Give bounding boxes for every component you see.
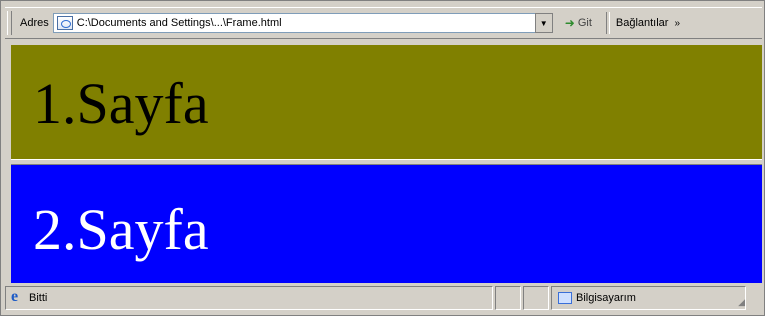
my-computer-icon — [558, 292, 572, 304]
go-arrow-icon: ➜ — [564, 16, 575, 30]
status-text: Bitti — [29, 292, 48, 304]
frame-1-heading: 1.Sayfa — [33, 71, 209, 136]
frame-2-heading: 2.Sayfa — [33, 197, 209, 262]
frame-2: 2.Sayfa — [11, 165, 762, 283]
go-label: Git — [577, 17, 592, 29]
ie-icon — [10, 288, 24, 306]
address-url[interactable]: C:\Documents and Settings\...\Frame.html — [77, 17, 282, 29]
toolbar-separator — [605, 12, 610, 34]
address-toolbar: Adres C:\Documents and Settings\...\Fram… — [5, 7, 762, 39]
resize-grip-icon[interactable]: ◢ — [731, 288, 745, 308]
frame-1: 1.Sayfa — [11, 45, 762, 159]
status-cell-blank — [523, 286, 549, 310]
toolbar-grip[interactable] — [7, 11, 12, 35]
address-label: Adres — [20, 17, 49, 29]
status-cell-main: Bitti — [5, 286, 493, 310]
go-button[interactable]: ➜ Git — [565, 16, 592, 30]
address-field[interactable]: C:\Documents and Settings\...\Frame.html… — [52, 13, 553, 33]
status-cell-lock — [495, 286, 521, 310]
status-cell-zone: Bilgisayarım ◢ — [551, 286, 746, 310]
chevron-icon[interactable]: » — [674, 18, 680, 29]
zone-text: Bilgisayarım — [576, 292, 636, 304]
status-bar: Bitti Bilgisayarım ◢ — [5, 286, 762, 310]
page-icon — [56, 16, 73, 30]
dropdown-arrow-icon[interactable]: ▼ — [534, 13, 553, 33]
links-button[interactable]: Bağlantılar — [616, 17, 669, 29]
browser-window: Adres C:\Documents and Settings\...\Fram… — [0, 0, 765, 316]
